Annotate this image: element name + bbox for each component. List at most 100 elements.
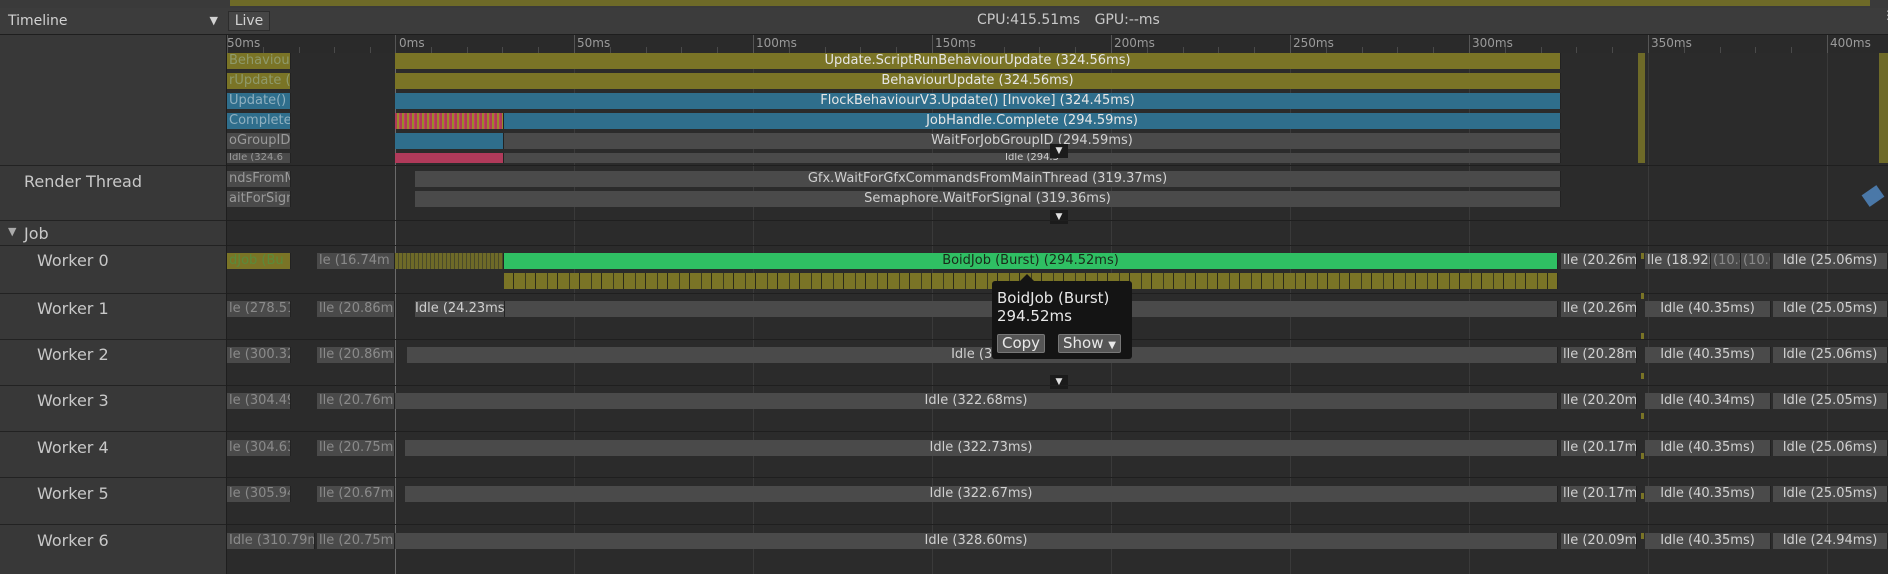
worker-1-sample[interactable]: le (278.51n	[227, 301, 291, 317]
worker-3-sample[interactable]: Idle (40.34ms)	[1645, 393, 1771, 409]
worker-0-sample[interactable]: lle (20.26ms	[1561, 253, 1637, 269]
worker-5-sample[interactable]: lle (20.17ms	[1561, 486, 1637, 502]
thread-labels-panel: Render Thread ▼ Job Worker 0 Worker 1 Wo…	[0, 35, 227, 574]
worker-2-sample[interactable]: le (300.32r	[227, 347, 291, 363]
worker-1-sample[interactable]: Idle (24.23ms)	[415, 301, 505, 317]
worker-6-sample[interactable]: Idle (40.35ms)	[1645, 533, 1771, 549]
sample-waitforjobgroupid[interactable]: WaitForJobGroupID (294.59ms)	[504, 133, 1561, 149]
sample-waitforjob-prefix[interactable]	[395, 133, 504, 149]
worker-6-sample[interactable]: Idle (24.94ms)	[1773, 533, 1888, 549]
worker-6-sample[interactable]: Idle (310.79ms	[227, 533, 315, 549]
main-left-sample[interactable]: oGroupID (	[227, 133, 291, 149]
worker-1-label: Worker 1	[37, 299, 109, 318]
time-ruler[interactable]: 50ms 0ms 50ms 100ms 150ms 200ms 250ms 30…	[227, 35, 1888, 53]
collapse-toggle-icon[interactable]: ▼	[1050, 144, 1068, 158]
main-right-sample[interactable]	[1638, 53, 1645, 163]
worker-3-sample[interactable]: lle (20.20ms	[1561, 393, 1637, 409]
lane-label-worker-5[interactable]: Worker 5	[0, 477, 226, 524]
worker-0-label: Worker 0	[37, 251, 109, 270]
worker-4-sample[interactable]: Idle (40.35ms)	[1645, 440, 1771, 456]
sample-flockbehaviour-update[interactable]: FlockBehaviourV3.Update() [Invoke] (324.…	[395, 93, 1561, 109]
worker-4-sample[interactable]: lle (20.75ms	[317, 440, 395, 456]
worker-4-sample[interactable]: Idle (322.73ms)	[405, 440, 1558, 456]
render-left-sample[interactable]: aitForSign	[227, 191, 291, 207]
worker-6-sample[interactable]: lle (20.09ms	[1561, 533, 1637, 549]
gpu-stat: GPU:--ms	[1094, 12, 1160, 28]
worker-1-sample[interactable]: Idle (25.05ms)	[1773, 301, 1888, 317]
copy-button[interactable]: Copy	[997, 334, 1046, 353]
worker-3-sample[interactable]: le (304.49r	[227, 393, 291, 409]
main-left-sample[interactable]: rUpdate (3	[227, 73, 291, 89]
sample-boidjob-burst[interactable]: BoidJob (Burst) (294.52ms)	[504, 253, 1558, 269]
worker-3-sample[interactable]: Idle (322.68ms)	[395, 393, 1558, 409]
worker-5-sample[interactable]: Idle (322.67ms)	[405, 486, 1558, 502]
ruler-label: 300ms	[1472, 36, 1513, 50]
worker-3-sample[interactable]: Idle (25.05ms)	[1773, 393, 1888, 409]
lane-label-render-thread[interactable]: Render Thread	[0, 165, 226, 220]
worker-4-label: Worker 4	[37, 438, 109, 457]
more-options-icon[interactable]: ⋮	[1882, 9, 1888, 21]
worker-5-sample[interactable]: lle (20.67ms	[317, 486, 395, 502]
worker-0-sample[interactable]	[395, 253, 504, 269]
worker-0-sample[interactable]: Idle (25.06ms)	[1773, 253, 1888, 269]
sample-idle[interactable]: Idle (294.5	[504, 153, 1561, 163]
worker-2-sample[interactable]: Idle (25.06ms)	[1773, 347, 1888, 363]
worker-5-sample[interactable]: le (305.94r	[227, 486, 291, 502]
worker-4-sample[interactable]: lle (20.17ms	[1561, 440, 1637, 456]
show-dropdown-button[interactable]: Show ▼	[1058, 334, 1121, 353]
worker-1-sample[interactable]: Idle (40.35ms)	[1645, 301, 1771, 317]
unlock-timeline-icon[interactable]	[1856, 175, 1886, 215]
worker-5-sample[interactable]: Idle (40.35ms)	[1645, 486, 1771, 502]
worker-1-sample[interactable]: lle (20.86ms	[317, 301, 395, 317]
worker-0-sample[interactable]: (10.82	[1711, 253, 1741, 269]
sample-idle-prefix[interactable]	[395, 153, 504, 163]
worker-2-sample[interactable]: lle (20.28ms	[1561, 347, 1637, 363]
render-left-sample[interactable]: ndsFromM	[227, 171, 291, 187]
collapse-toggle-icon[interactable]: ▼	[1050, 210, 1068, 224]
sample-behaviourupdate[interactable]: BehaviourUpdate (324.56ms)	[395, 73, 1561, 89]
expand-triangle-icon[interactable]: ▼	[8, 225, 16, 238]
worker-0-sample[interactable]: (10.04	[1741, 253, 1771, 269]
sample-semaphore-waitforsignal[interactable]: Semaphore.WaitForSignal (319.36ms)	[415, 191, 1561, 207]
main-left-sample[interactable]: Idle (324.6	[227, 153, 291, 163]
sample-jobhandle-prefix[interactable]	[395, 113, 504, 129]
lane-label-job[interactable]: ▼ Job	[0, 220, 226, 245]
worker-0-sample[interactable]: lle (18.92m	[1645, 253, 1711, 269]
lane-label-worker-1[interactable]: Worker 1	[0, 293, 226, 339]
worker-4-sample[interactable]: le (304.63r	[227, 440, 291, 456]
lane-label-worker-2[interactable]: Worker 2	[0, 339, 226, 385]
ruler-label: 350ms	[1651, 36, 1692, 50]
frame-stats: CPU:415.51ms GPU:--ms	[977, 12, 1170, 28]
sample-gfx-waitforgfxcommands[interactable]: Gfx.WaitForGfxCommandsFromMainThread (31…	[415, 171, 1561, 187]
worker-2-sample[interactable]: Idle (322.	[407, 347, 1558, 363]
lane-label-worker-4[interactable]: Worker 4	[0, 431, 226, 477]
lane-label-worker-6[interactable]: Worker 6	[0, 524, 226, 574]
worker-6-sample[interactable]: Idle (328.60ms)	[395, 533, 1558, 549]
ruler-label: 250ms	[1293, 36, 1334, 50]
worker-3-sample[interactable]: lle (20.76ms	[317, 393, 395, 409]
main-right-sample[interactable]	[1879, 53, 1888, 163]
worker-0-sample[interactable]: le (16.74m	[317, 253, 395, 269]
lane-label-worker-3[interactable]: Worker 3	[0, 385, 226, 431]
worker-2-sample[interactable]: lle (20.86ms	[317, 347, 395, 363]
ruler-label: 400ms	[1830, 36, 1871, 50]
lane-label-worker-0[interactable]: Worker 0	[0, 245, 226, 293]
live-button[interactable]: Live	[228, 11, 270, 31]
sample-update-scriptrunbehaviourupdate[interactable]: Update.ScriptRunBehaviourUpdate (324.56m…	[395, 53, 1561, 69]
worker-1-sample[interactable]: lle (20.26ms	[1561, 301, 1637, 317]
worker-4-sample[interactable]: Idle (25.06ms)	[1773, 440, 1888, 456]
profiler-toolbar: Timeline ▼ Live CPU:415.51ms GPU:--ms ⋮	[0, 8, 1888, 35]
worker-5-sample[interactable]: Idle (25.05ms)	[1773, 486, 1888, 502]
render-thread-label: Render Thread	[24, 172, 142, 191]
worker-6-sample[interactable]: lle (20.75ms	[317, 533, 395, 549]
main-left-sample[interactable]: Complete	[227, 113, 291, 129]
collapse-toggle-icon[interactable]: ▼	[1050, 375, 1068, 389]
ruler-label: 200ms	[1114, 36, 1155, 50]
main-left-sample[interactable]: Behaviour	[227, 53, 291, 69]
worker-0-sample[interactable]: dJob (Bu	[227, 253, 291, 269]
worker-2-label: Worker 2	[37, 345, 109, 364]
main-left-sample[interactable]: Update() [	[227, 93, 291, 109]
sample-jobhandle-complete[interactable]: JobHandle.Complete (294.59ms)	[504, 113, 1561, 129]
view-mode-dropdown[interactable]: Timeline ▼	[2, 11, 224, 31]
worker-2-sample[interactable]: Idle (40.35ms)	[1645, 347, 1771, 363]
